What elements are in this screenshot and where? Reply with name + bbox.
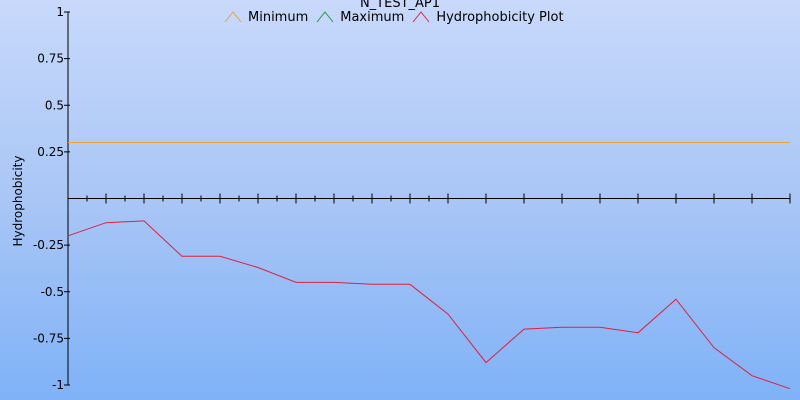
hydrophobicity-chart: 10.750.50.25-0.25-0.5-0.75-1 [33, 5, 791, 392]
legend-item-minimum: Minimum [224, 10, 308, 25]
series-layer [67, 142, 791, 390]
legend-label-minimum: Minimum [248, 9, 309, 25]
legend-swatch-maximum [316, 11, 334, 23]
y-axis-label: Hydrophobicity [11, 155, 25, 247]
legend-swatch-minimum [224, 11, 242, 23]
legend-item-maximum: Maximum [316, 10, 404, 25]
y-tick-label: -1 [52, 378, 64, 392]
y-tick-label: 0.25 [37, 145, 64, 159]
y-tick-label: 0.5 [45, 98, 64, 112]
legend-swatch-hydrophobicity [412, 11, 430, 23]
legend-label-maximum: Maximum [340, 9, 405, 25]
legend-label-hydrophobicity: Hydrophobicity Plot [436, 9, 564, 25]
y-tick-label: -0.25 [33, 238, 64, 252]
y-tick-label: -0.75 [33, 331, 64, 345]
legend-item-hydrophobicity: Hydrophobicity Plot [412, 9, 564, 25]
y-tick-label: -0.5 [41, 285, 64, 299]
legend: Minimum Maximum Hydrophobicity Plot [224, 8, 572, 26]
series-line-hydrophobicity-plot [67, 220, 791, 390]
y-tick-label: 0.75 [37, 52, 64, 66]
chart-area: 1 0.75 0.5 0.25 -0.25 -0.5 -0.75 -1 N_TEST_AP1 … [0, 0, 800, 400]
axes: 10.750.50.25-0.25-0.5-0.75-1 [33, 5, 791, 392]
